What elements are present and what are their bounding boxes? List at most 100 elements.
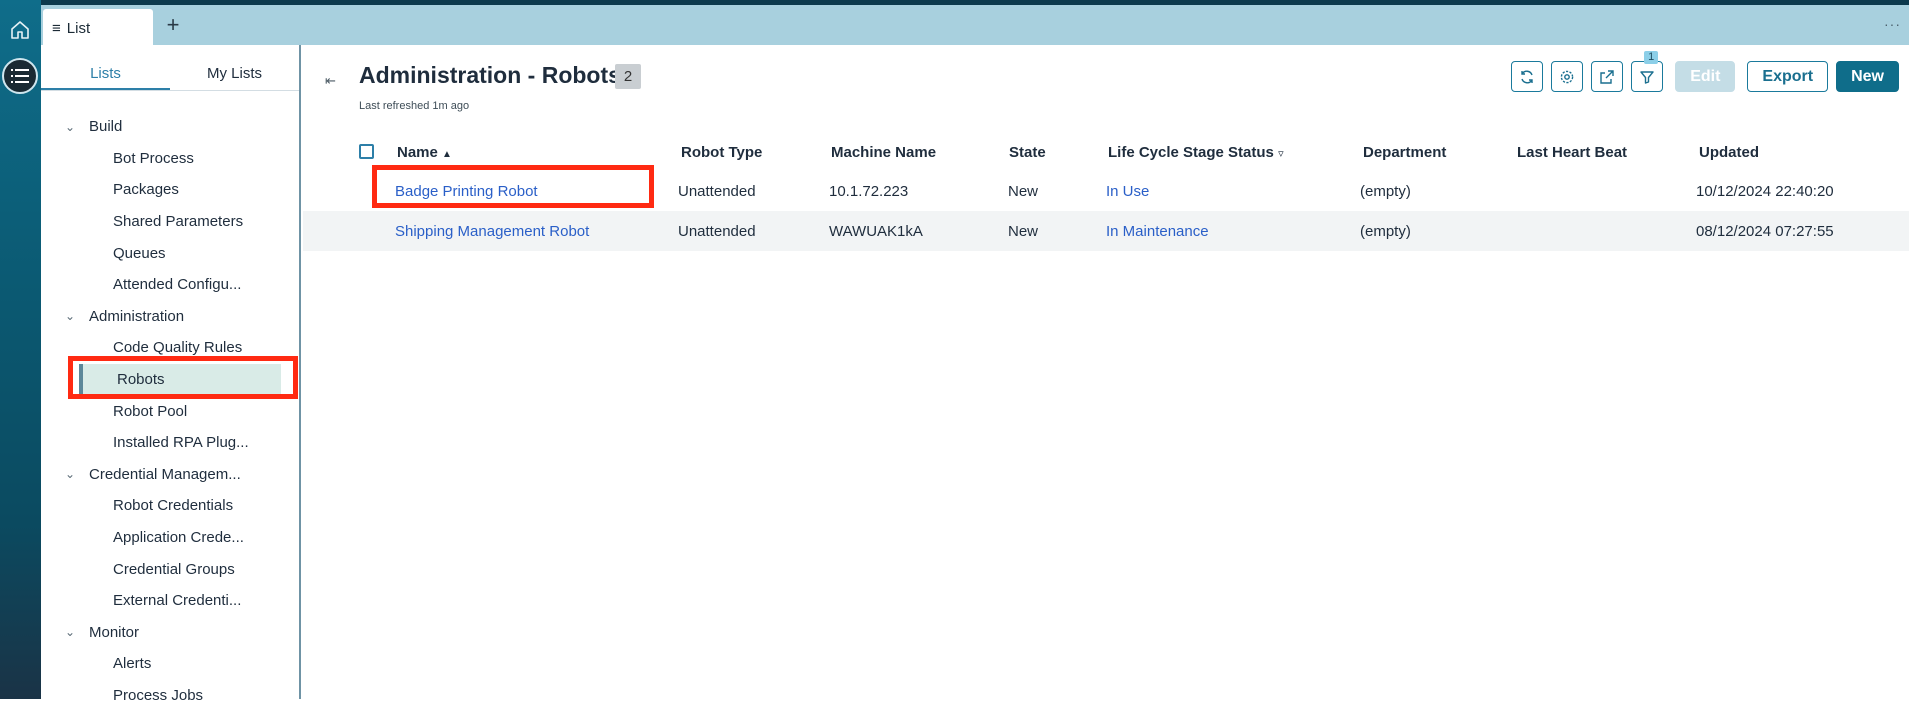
tab-list[interactable]: ≡ List bbox=[43, 9, 153, 47]
sidebar-item[interactable]: Alerts bbox=[41, 648, 299, 680]
chevron-down-icon[interactable]: ⌄ bbox=[65, 120, 79, 134]
record-count-badge: 2 bbox=[615, 64, 641, 89]
tree-group[interactable]: ⌄ Administration bbox=[41, 301, 299, 333]
sidebar-tabs: Lists My Lists bbox=[41, 59, 299, 91]
edit-button[interactable]: Edit bbox=[1675, 61, 1736, 92]
table-row[interactable]: Badge Printing Robot Unattended 10.1.72.… bbox=[303, 171, 1909, 211]
state-cell: New bbox=[1008, 182, 1039, 200]
new-button[interactable]: New bbox=[1836, 61, 1899, 92]
app-rail bbox=[0, 0, 41, 699]
state-cell: New bbox=[1008, 222, 1039, 240]
tree-group-label: Monitor bbox=[89, 623, 140, 641]
sidebar-item-label: Attended Configu... bbox=[113, 276, 242, 294]
sidebar-item[interactable]: Attended Configu... bbox=[41, 269, 299, 301]
robots-table: Name ▲ Robot Type Machine Name State Lif… bbox=[303, 133, 1909, 251]
sidebar-item[interactable]: Robot Credentials bbox=[41, 490, 299, 522]
main-panel: ⇤ Administration - Robots 2 Last refresh… bbox=[303, 45, 1909, 699]
table-header: Name ▲ Robot Type Machine Name State Lif… bbox=[303, 133, 1909, 171]
sidebar-item-label: Code Quality Rules bbox=[113, 339, 243, 357]
sidebar-item[interactable]: Process Jobs bbox=[41, 680, 299, 711]
sidebar-item-label: Robots bbox=[117, 371, 165, 389]
sidebar-item-label: Queues bbox=[113, 244, 166, 262]
navigation-tree: ⌄ Build Bot Process Packages Shared Paramete… bbox=[41, 111, 299, 711]
sidebar-item[interactable]: Bot Process bbox=[41, 143, 299, 175]
machine-name-cell: 10.1.72.223 bbox=[829, 182, 909, 200]
add-tab-button[interactable]: + bbox=[163, 14, 183, 38]
sidebar-item-label: Application Crede... bbox=[113, 529, 244, 547]
sidebar-item[interactable]: Robot Pool bbox=[41, 395, 299, 427]
sidebar-item-label: Credential Groups bbox=[113, 560, 235, 578]
sidebar-item[interactable]: Queues bbox=[41, 237, 299, 269]
tree-group-label: Build bbox=[89, 118, 123, 136]
lifecycle-status-link[interactable]: In Maintenance bbox=[1106, 223, 1209, 240]
gear-icon bbox=[1560, 70, 1574, 83]
sidebar-item[interactable]: Credential Groups bbox=[41, 553, 299, 585]
share-button[interactable] bbox=[1591, 61, 1624, 92]
sidebar-item-label: Robot Pool bbox=[113, 402, 188, 420]
tab-bar: ≡ List + ··· bbox=[41, 5, 1909, 47]
column-filter-icon: ▿ bbox=[1278, 147, 1284, 160]
toolbar: 1 Edit Export New bbox=[1511, 51, 1899, 92]
column-header-state[interactable]: State bbox=[1009, 144, 1046, 161]
robot-name-link[interactable]: Shipping Management Robot bbox=[395, 223, 589, 240]
lifecycle-status-link[interactable]: In Use bbox=[1106, 183, 1149, 200]
chevron-down-icon[interactable]: ⌄ bbox=[65, 309, 79, 323]
column-header-last-heart-beat[interactable]: Last Heart Beat bbox=[1517, 144, 1627, 161]
more-options-icon[interactable]: ··· bbox=[1884, 16, 1901, 32]
column-header-machine-name[interactable]: Machine Name bbox=[831, 144, 936, 161]
share-icon bbox=[1600, 69, 1614, 84]
sidebar-item-selected[interactable]: Robots bbox=[79, 363, 281, 396]
tab-my-lists[interactable]: My Lists bbox=[170, 59, 299, 90]
sidebar-item[interactable]: Packages bbox=[41, 174, 299, 206]
sidebar-item-label: Packages bbox=[113, 181, 179, 199]
settings-button[interactable] bbox=[1551, 61, 1584, 92]
robot-type-cell: Unattended bbox=[678, 222, 756, 240]
collapse-sidebar-icon[interactable]: ⇤ bbox=[325, 73, 336, 89]
refresh-button[interactable] bbox=[1511, 61, 1544, 92]
sidebar-item[interactable]: Application Crede... bbox=[41, 522, 299, 554]
machine-name-cell: WAWUAK1kA bbox=[829, 222, 923, 240]
tab-lists[interactable]: Lists bbox=[41, 59, 170, 90]
filter-count-badge: 1 bbox=[1644, 51, 1659, 64]
column-header-updated[interactable]: Updated bbox=[1699, 144, 1759, 161]
sidebar-item-label: Process Jobs bbox=[113, 686, 204, 704]
chevron-down-icon[interactable]: ⌄ bbox=[65, 467, 79, 481]
select-all-checkbox[interactable] bbox=[359, 144, 374, 159]
column-header-robot-type[interactable]: Robot Type bbox=[681, 144, 762, 161]
sidebar-item[interactable]: External Credenti... bbox=[41, 585, 299, 617]
sidebar-item-label: Bot Process bbox=[113, 149, 194, 167]
tree-group[interactable]: ⌄ Monitor bbox=[41, 617, 299, 649]
column-header-department[interactable]: Department bbox=[1363, 144, 1446, 161]
sidebar-item-label: Alerts bbox=[113, 655, 152, 673]
page-title: Administration - Robots bbox=[359, 62, 621, 88]
tree-group-label: Credential Managem... bbox=[89, 465, 241, 483]
tree-group[interactable]: ⌄ Build bbox=[41, 111, 299, 143]
department-cell: (empty) bbox=[1360, 222, 1411, 240]
table-row[interactable]: Shipping Management Robot Unattended WAW… bbox=[303, 211, 1909, 251]
last-refreshed-text: Last refreshed 1m ago bbox=[359, 100, 470, 112]
sidebar-item[interactable]: Installed RPA Plug... bbox=[41, 427, 299, 459]
chevron-down-icon[interactable]: ⌄ bbox=[65, 625, 79, 639]
tree-group[interactable]: ⌄ Credential Managem... bbox=[41, 459, 299, 491]
updated-cell: 08/12/2024 07:27:55 bbox=[1696, 222, 1834, 240]
sidebar-item-label: Robot Credentials bbox=[113, 497, 234, 515]
department-cell: (empty) bbox=[1360, 182, 1411, 200]
robot-name-link[interactable]: Badge Printing Robot bbox=[395, 183, 538, 200]
sort-ascending-icon: ▲ bbox=[442, 148, 452, 160]
tab-menu-icon: ≡ bbox=[52, 19, 61, 37]
sidebar-item-label: Installed RPA Plug... bbox=[113, 434, 249, 452]
updated-cell: 10/12/2024 22:40:20 bbox=[1696, 182, 1834, 200]
sidebar-item[interactable]: Shared Parameters bbox=[41, 206, 299, 238]
home-icon[interactable] bbox=[6, 16, 34, 44]
refresh-icon bbox=[1521, 70, 1533, 83]
filter-button[interactable]: 1 bbox=[1631, 51, 1664, 92]
column-header-lifecycle[interactable]: Life Cycle Stage Status ▿ bbox=[1108, 144, 1284, 161]
sidebar-item-label: External Credenti... bbox=[113, 592, 242, 610]
sidebar: Lists My Lists ⌄ Build Bot Process Packages… bbox=[41, 45, 301, 704]
robot-type-cell: Unattended bbox=[678, 182, 756, 200]
sidebar-item[interactable]: Code Quality Rules bbox=[41, 332, 299, 364]
column-header-name[interactable]: Name ▲ bbox=[397, 144, 452, 161]
export-button[interactable]: Export bbox=[1747, 61, 1829, 92]
filter-icon bbox=[1640, 70, 1654, 84]
list-nav-icon[interactable] bbox=[2, 58, 38, 94]
